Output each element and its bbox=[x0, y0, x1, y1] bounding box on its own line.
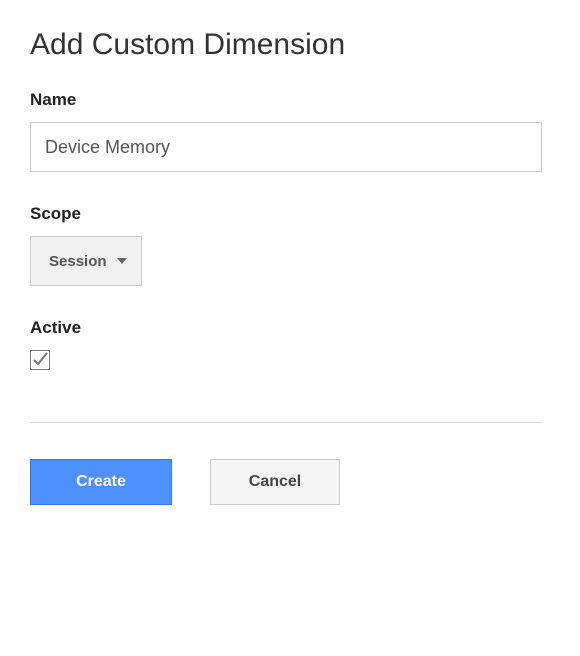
active-field-group: Active bbox=[30, 318, 550, 374]
checkmark-icon bbox=[31, 351, 49, 369]
scope-dropdown[interactable]: Session bbox=[30, 236, 142, 286]
scope-selected-value: Session bbox=[49, 253, 107, 270]
chevron-down-icon bbox=[117, 258, 127, 264]
name-label: Name bbox=[30, 90, 550, 110]
create-button[interactable]: Create bbox=[30, 459, 172, 505]
page-title: Add Custom Dimension bbox=[30, 28, 550, 62]
active-label: Active bbox=[30, 318, 550, 338]
button-row: Create Cancel bbox=[30, 459, 550, 505]
divider bbox=[30, 422, 542, 423]
scope-label: Scope bbox=[30, 204, 550, 224]
name-field-group: Name bbox=[30, 90, 550, 172]
cancel-button[interactable]: Cancel bbox=[210, 459, 340, 505]
scope-field-group: Scope Session bbox=[30, 204, 550, 286]
active-checkbox[interactable] bbox=[30, 350, 50, 370]
name-input[interactable] bbox=[30, 122, 542, 172]
